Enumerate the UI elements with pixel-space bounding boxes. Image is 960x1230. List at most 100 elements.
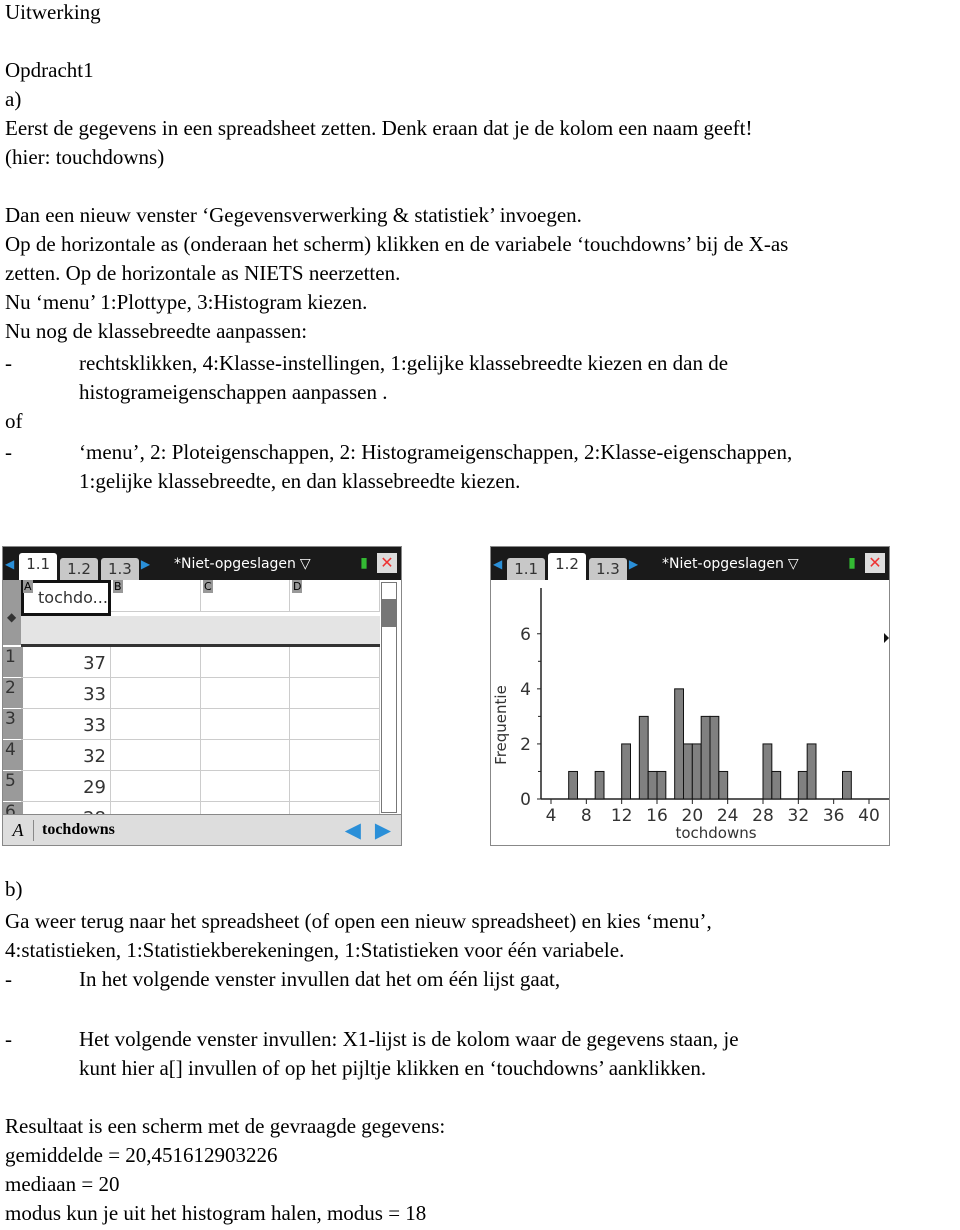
table-cell[interactable]: 33 <box>21 709 111 740</box>
result-intro: Resultaat is een scherm met de gevraagde… <box>5 1114 446 1138</box>
dash: - <box>5 1027 12 1051</box>
table-cell[interactable]: 37 <box>21 647 111 678</box>
x-tick-label: 16 <box>646 806 668 826</box>
text-line: (hier: touchdowns) <box>5 145 165 169</box>
table-cell[interactable] <box>111 709 201 740</box>
row-header[interactable]: 5 <box>3 771 23 801</box>
row-header[interactable]: 4 <box>3 740 23 770</box>
y-tick-label: 4 <box>520 680 531 700</box>
bullet-line: In het volgende venster invullen dat het… <box>79 967 561 991</box>
histogram-bar <box>594 770 605 800</box>
histogram-bar <box>718 770 729 800</box>
right-arrow-icon: ▶ <box>140 556 151 571</box>
y-tick-label: 0 <box>520 790 531 810</box>
table-cell[interactable]: 33 <box>21 678 111 709</box>
tab-1-2[interactable]: 1.2 <box>548 553 586 580</box>
table-cell[interactable] <box>201 647 290 678</box>
y-tick-label: 2 <box>520 735 531 755</box>
table-cell[interactable] <box>290 678 380 709</box>
table-cell[interactable]: 32 <box>21 740 111 771</box>
battery-icon: ▮ <box>360 555 368 571</box>
tab-bar: ◀ 1.1 1.2 1.3 ▶ *Niet-opgeslagen ▽ ▮ ✕ <box>491 547 889 580</box>
table-cell[interactable] <box>290 647 380 678</box>
x-tick-label: 32 <box>788 806 810 826</box>
next-icon[interactable]: ▶ <box>375 818 391 842</box>
bullet-line: kunt hier a[] invullen of op het pijltje… <box>79 1056 707 1080</box>
bullet-line: ‘menu’, 2: Ploteigenschappen, 2: Histogr… <box>79 440 793 464</box>
bullet-line: Het volgende venster invullen: X1-lijst … <box>79 1027 739 1051</box>
column-b-cell[interactable] <box>111 580 201 612</box>
tab-1-3[interactable]: 1.3 <box>588 558 627 580</box>
dropdown-icon[interactable]: ▽ <box>300 556 311 572</box>
text-line: Ga weer terug naar het spreadsheet (of o… <box>5 909 712 933</box>
row-header[interactable]: 2 <box>3 678 23 708</box>
close-icon[interactable]: ✕ <box>865 553 885 573</box>
table-cell[interactable] <box>290 740 380 771</box>
text-line: zetten. Op de horizontale as NIETS neerz… <box>5 261 401 285</box>
formula-dot-icon: ◆ <box>7 610 17 624</box>
scrollbar[interactable] <box>381 582 397 813</box>
histogram-chart: Frequentie tochdowns 02464 8 12 16 20 24 28 32 3… <box>492 588 889 842</box>
column-c-header[interactable]: C <box>203 580 213 593</box>
scroll-arrow-icon[interactable] <box>884 633 889 643</box>
x-tick-label: 28 <box>752 806 774 826</box>
text-line: Nu nog de klassebreedte aanpassen: <box>5 319 308 343</box>
close-icon[interactable]: ✕ <box>377 553 397 573</box>
table-cell[interactable] <box>111 647 201 678</box>
tab-1-1[interactable]: 1.1 <box>507 558 546 580</box>
text-line: 4:statistieken, 1:Statistiekberekeningen… <box>5 938 625 962</box>
active-column-name[interactable]: tochdowns <box>42 821 345 839</box>
spreadsheet-grid: ◆ tochdo... A B C D 1 37 2 33 3 33 4 32 <box>3 580 401 833</box>
x-tick-label: 40 <box>858 806 880 826</box>
y-tick-label: 6 <box>520 625 531 645</box>
histogram-bar <box>709 715 720 800</box>
active-column-label: A <box>3 819 34 841</box>
table-cell[interactable] <box>111 678 201 709</box>
x-tick-label: 4 <box>546 806 557 826</box>
x-tick-label: 12 <box>611 806 633 826</box>
table-cell[interactable] <box>201 709 290 740</box>
table-cell[interactable]: 29 <box>21 771 111 802</box>
table-cell[interactable] <box>111 771 201 802</box>
assignment-heading: Opdracht1 <box>5 58 94 82</box>
dash: - <box>5 351 12 375</box>
dash: - <box>5 967 12 991</box>
column-d-header[interactable]: D <box>292 580 303 593</box>
text-line: Eerst de gegevens in een spreadsheet zet… <box>5 116 753 140</box>
cell-reference-bar: A tochdowns ◀ ▶ <box>3 814 401 845</box>
histogram-bar <box>683 743 693 800</box>
text-line: Dan een nieuw venster ‘Gegevensverwerkin… <box>5 203 582 227</box>
scrollbar-thumb[interactable] <box>382 599 396 627</box>
tab-1-1[interactable]: 1.1 <box>19 553 58 580</box>
column-b-header[interactable]: B <box>113 580 123 593</box>
column-a-name-cell[interactable]: tochdo... <box>21 580 111 616</box>
bullet-line: 1:gelijke klassebreedte, en dan klassebr… <box>79 469 521 493</box>
histogram-screenshot: ◀ 1.1 1.2 1.3 ▶ *Niet-opgeslagen ▽ ▮ ✕ Fre… <box>490 546 890 846</box>
row-header[interactable]: 1 <box>3 647 23 677</box>
tab-1-2[interactable]: 1.2 <box>60 558 98 580</box>
histogram-bar <box>638 715 649 800</box>
table-cell[interactable] <box>201 740 290 771</box>
table-cell[interactable] <box>111 740 201 771</box>
table-cell[interactable] <box>201 678 290 709</box>
x-tick-label: 24 <box>717 806 739 826</box>
formula-row[interactable] <box>21 616 380 647</box>
column-d-cell[interactable] <box>290 580 380 612</box>
table-cell[interactable] <box>290 709 380 740</box>
dropdown-icon[interactable]: ▽ <box>788 556 799 572</box>
part-a-label: a) <box>5 87 22 111</box>
column-a-header[interactable]: A <box>23 580 33 593</box>
histogram-bar <box>771 770 782 800</box>
table-cell[interactable] <box>201 771 290 802</box>
column-c-cell[interactable] <box>201 580 290 612</box>
text-line: Op de horizontale as (onderaan het scher… <box>5 232 789 256</box>
row-header[interactable]: 3 <box>3 709 23 739</box>
spreadsheet-screenshot: ◀ 1.1 1.2 1.3 ▶ *Niet-opgeslagen ▽ ▮ ✕ ◆ t… <box>2 546 402 846</box>
table-cell[interactable] <box>290 771 380 802</box>
tab-1-3[interactable]: 1.3 <box>100 558 139 580</box>
histogram-bar <box>700 715 711 800</box>
battery-icon: ▮ <box>848 555 856 571</box>
title: Uitwerking <box>5 0 101 24</box>
left-arrow-icon: ◀ <box>5 556 15 571</box>
previous-icon[interactable]: ◀ <box>345 818 361 842</box>
